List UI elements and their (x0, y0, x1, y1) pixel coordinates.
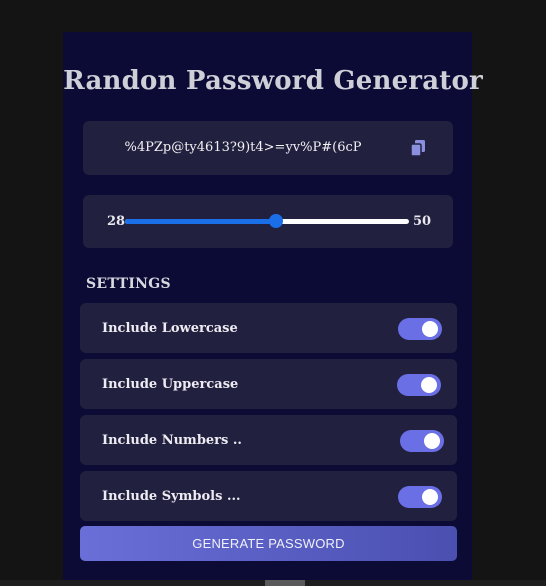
symbols-toggle[interactable] (398, 486, 442, 508)
length-slider-panel: 28 50 (83, 195, 453, 248)
numbers-toggle[interactable] (400, 430, 444, 452)
length-slider[interactable] (125, 214, 409, 228)
copy-icon[interactable] (409, 139, 427, 157)
password-display: %4PZp@ty4613?9)t4>=yv%P#(6cP (83, 121, 453, 175)
copy-icon-graphic (410, 140, 425, 157)
setting-symbols: Include Symbols ... (80, 471, 457, 521)
toggle-knob (422, 321, 438, 337)
lowercase-toggle[interactable] (398, 318, 442, 340)
generate-password-button[interactable]: GENERATE PASSWORD (80, 526, 457, 561)
setting-lowercase: Include Lowercase (80, 303, 457, 353)
password-text: %4PZp@ty4613?9)t4>=yv%P#(6cP (124, 140, 362, 155)
setting-label: Include Lowercase (102, 321, 238, 336)
toggle-knob (422, 489, 438, 505)
toggle-knob (424, 433, 440, 449)
setting-label: Include Symbols ... (102, 489, 241, 504)
slider-fill (125, 219, 276, 224)
slider-min-label: 28 (107, 214, 126, 229)
setting-label: Include Uppercase (102, 377, 239, 392)
toggle-knob (421, 377, 437, 393)
settings-heading: SETTINGS (86, 276, 171, 292)
setting-label: Include Numbers .. (102, 433, 242, 448)
setting-numbers: Include Numbers .. (80, 415, 457, 465)
slider-thumb[interactable] (268, 214, 283, 228)
scrollbar-thumb[interactable] (265, 580, 305, 586)
setting-uppercase: Include Uppercase (80, 359, 457, 409)
slider-max-label: 50 (413, 214, 432, 229)
uppercase-toggle[interactable] (397, 374, 441, 396)
page-title: Randon Password Generator (63, 66, 483, 96)
